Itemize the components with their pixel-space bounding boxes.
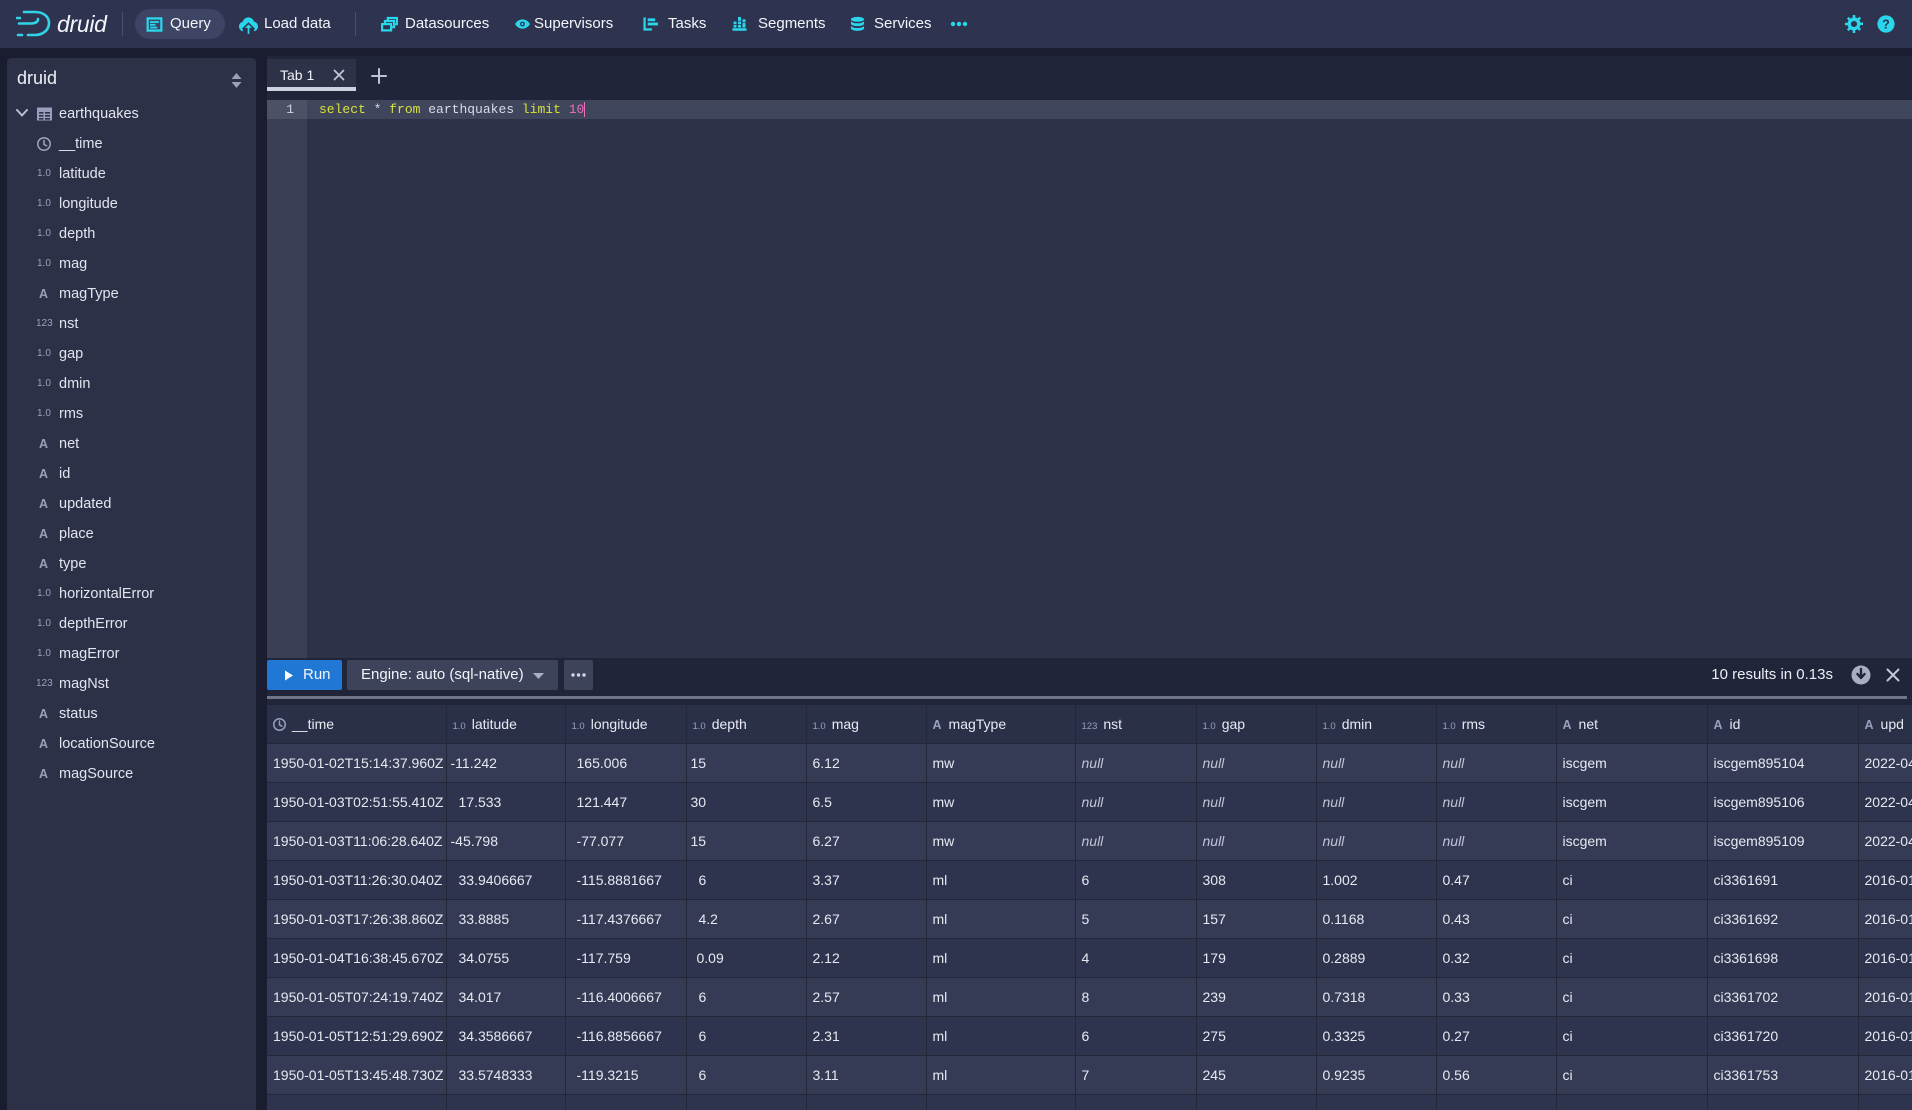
svg-text:?: ? <box>1882 18 1890 32</box>
